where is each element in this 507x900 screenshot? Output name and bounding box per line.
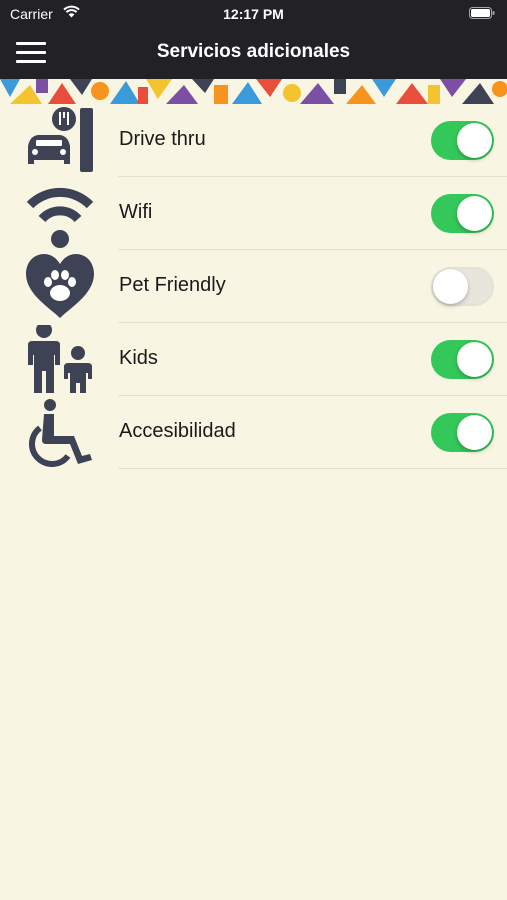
service-label: Kids [119,347,158,369]
pet-friendly-toggle[interactable] [431,267,494,306]
service-label: Drive thru [119,128,206,150]
wifi-toggle[interactable] [431,194,494,233]
drive-thru-icon [28,107,93,172]
list-item-kids: Kids [0,323,507,396]
clock-time: 12:17 PM [223,6,284,22]
list-item-wifi: Wifi [0,177,507,250]
page-title: Servicios adicionales [156,41,351,62]
list-item-pet-friendly: Pet Friendly [0,250,507,323]
kids-toggle[interactable] [431,340,494,379]
kids-icon [28,325,92,393]
list-item-accesibilidad: Accesibilidad [0,396,507,469]
decorative-pattern-banner [0,79,507,104]
navigation-bar: Servicios adicionales [0,28,507,79]
pet-friendly-icon [26,254,94,318]
battery-icon [469,7,495,19]
divider [118,468,507,469]
list-item-drive-thru: Drive thru [0,104,507,177]
wifi-icon [26,187,94,248]
status-bar: Carrier 12:17 PM [0,0,507,28]
service-label: Pet Friendly [119,274,226,296]
services-list: Drive thru Wifi Pet Friendly Kids Accesi… [0,104,507,469]
wheelchair-icon [29,399,92,467]
service-label: Wifi [119,201,153,223]
drive-thru-toggle[interactable] [431,121,494,160]
accesibilidad-toggle[interactable] [431,413,494,452]
service-label: Accesibilidad [119,420,236,442]
